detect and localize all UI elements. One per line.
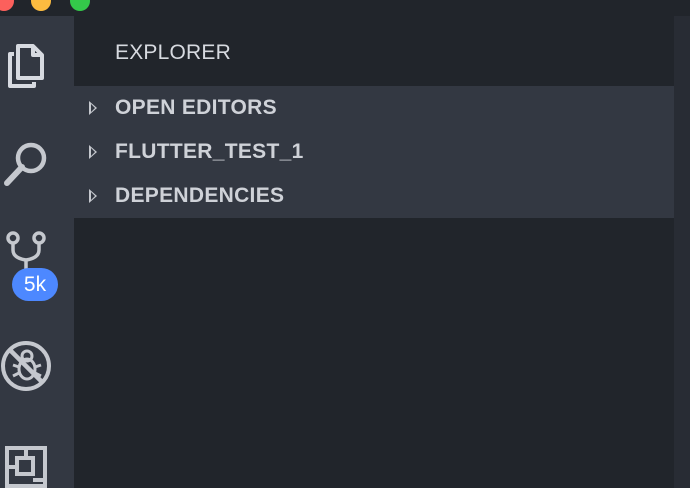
title-bar	[0, 0, 690, 16]
zoom-window-button[interactable]	[70, 0, 90, 11]
source-control-badge: 5k	[12, 268, 58, 301]
section-open-editors[interactable]: OPEN EDITORS	[74, 86, 674, 130]
explorer-sections: OPEN EDITORS FLUTTER_TEST_1 DEPENDENCIES	[74, 86, 674, 218]
chevron-right-icon	[89, 145, 97, 159]
section-flutter-test-1[interactable]: FLUTTER_TEST_1	[74, 130, 674, 174]
activity-extensions[interactable]	[0, 441, 52, 488]
activity-explorer[interactable]	[0, 40, 52, 92]
minimize-window-button[interactable]	[31, 0, 51, 11]
extensions-icon	[5, 446, 47, 488]
activity-bar: 5k	[0, 16, 74, 488]
vscode-window: 5k EXPLORER OPEN EDITORS FLUTTER_TEST_1 …	[0, 0, 690, 488]
chevron-right-icon	[89, 189, 97, 203]
section-dependencies[interactable]: DEPENDENCIES	[74, 174, 674, 218]
explorer-sidebar: EXPLORER OPEN EDITORS FLUTTER_TEST_1 DEP…	[74, 16, 674, 488]
search-icon	[4, 142, 47, 186]
section-label: OPEN EDITORS	[115, 96, 277, 119]
section-label: DEPENDENCIES	[115, 184, 285, 207]
section-label: FLUTTER_TEST_1	[115, 140, 304, 163]
activity-search[interactable]	[0, 138, 52, 190]
editor-edge	[674, 16, 690, 488]
sidebar-title: EXPLORER	[115, 41, 231, 64]
activity-debug[interactable]	[0, 340, 52, 392]
debug-icon	[1, 341, 51, 391]
chevron-right-icon	[89, 101, 97, 115]
close-window-button[interactable]	[0, 0, 14, 11]
files-icon	[8, 44, 44, 88]
